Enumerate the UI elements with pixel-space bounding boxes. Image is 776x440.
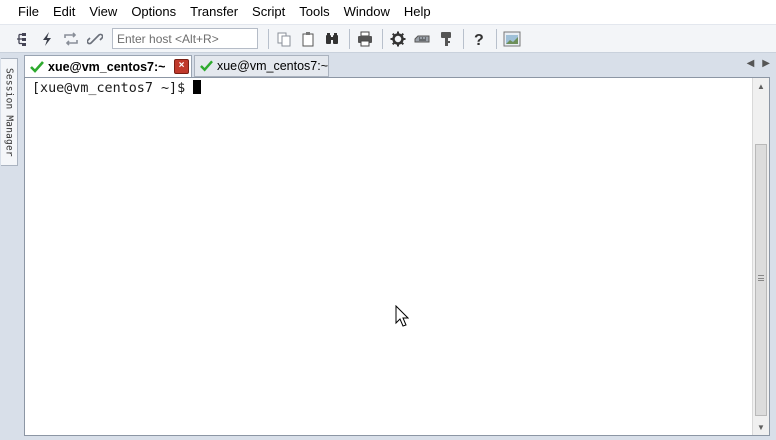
menu-script[interactable]: Script: [245, 1, 292, 23]
quick-connect-icon[interactable]: [36, 28, 58, 50]
svg-text:?: ?: [474, 32, 484, 47]
terminal-cursor: [193, 80, 202, 94]
menu-view[interactable]: View: [82, 1, 124, 23]
toolbar-separator: [382, 28, 383, 49]
terminal-area[interactable]: [xue@vm_centos7 ~]$ ▲ ▼: [24, 77, 770, 436]
menu-bar: File Edit View Options Transfer Script T…: [0, 0, 776, 25]
connect-in-tab-icon[interactable]: [12, 28, 34, 50]
tab-label: xue@vm_centos7:~: [216, 59, 328, 73]
tab-scroll-right-icon[interactable]: ▶: [762, 58, 770, 69]
session-tab-strip: xue@vm_centos7:~ × xue@vm_centos7:~ ◀ ▶: [23, 55, 776, 77]
keymap-icon[interactable]: [411, 28, 433, 50]
disconnect-icon[interactable]: [84, 28, 106, 50]
tab-session-2[interactable]: xue@vm_centos7:~: [194, 55, 329, 77]
mouse-pointer-icon: [395, 305, 409, 327]
menu-transfer[interactable]: Transfer: [183, 1, 245, 23]
tab-scroll-left-icon[interactable]: ◀: [747, 58, 755, 69]
menu-help[interactable]: Help: [397, 1, 438, 23]
find-icon[interactable]: [321, 28, 343, 50]
paste-icon[interactable]: [297, 28, 319, 50]
scroll-up-icon[interactable]: ▲: [753, 78, 769, 94]
menu-window[interactable]: Window: [337, 1, 397, 23]
checkmark-icon: [30, 60, 44, 73]
terminal-prompt: [xue@vm_centos7 ~]$: [32, 81, 194, 96]
session-manager-label: Session Manager: [3, 67, 15, 157]
print-icon[interactable]: [354, 28, 376, 50]
scrollbar-grip-icon: [758, 275, 764, 281]
session-options-icon[interactable]: [387, 28, 409, 50]
terminal-line: [xue@vm_centos7 ~]$: [32, 80, 202, 97]
menu-edit[interactable]: Edit: [46, 1, 82, 23]
toolbar-separator: [496, 28, 497, 49]
tab-session-1[interactable]: xue@vm_centos7:~ ×: [24, 55, 192, 77]
help-icon[interactable]: ?: [468, 28, 490, 50]
toolbar-separator: [349, 28, 350, 49]
close-tab-icon[interactable]: ×: [174, 59, 189, 74]
menu-file[interactable]: File: [11, 1, 46, 23]
copy-icon[interactable]: [273, 28, 295, 50]
reconnect-icon[interactable]: [60, 28, 82, 50]
scrollbar-thumb[interactable]: [755, 144, 767, 416]
menu-options[interactable]: Options: [124, 1, 183, 23]
session-manager-tab[interactable]: Session Manager: [1, 58, 18, 166]
scroll-down-icon[interactable]: ▼: [753, 419, 769, 435]
screenshot-icon[interactable]: [501, 28, 523, 50]
toolbar-separator: [268, 28, 269, 49]
keys-icon[interactable]: [435, 28, 457, 50]
enter-host-input[interactable]: [112, 28, 258, 49]
menu-tools[interactable]: Tools: [292, 1, 336, 23]
checkmark-icon: [200, 60, 213, 72]
vertical-scrollbar[interactable]: ▲ ▼: [752, 78, 769, 435]
tab-label: xue@vm_centos7:~: [48, 59, 166, 74]
toolbar-separator: [463, 28, 464, 49]
toolbar: ?: [0, 25, 776, 53]
tab-scroll-arrows: ◀ ▶: [747, 58, 770, 69]
